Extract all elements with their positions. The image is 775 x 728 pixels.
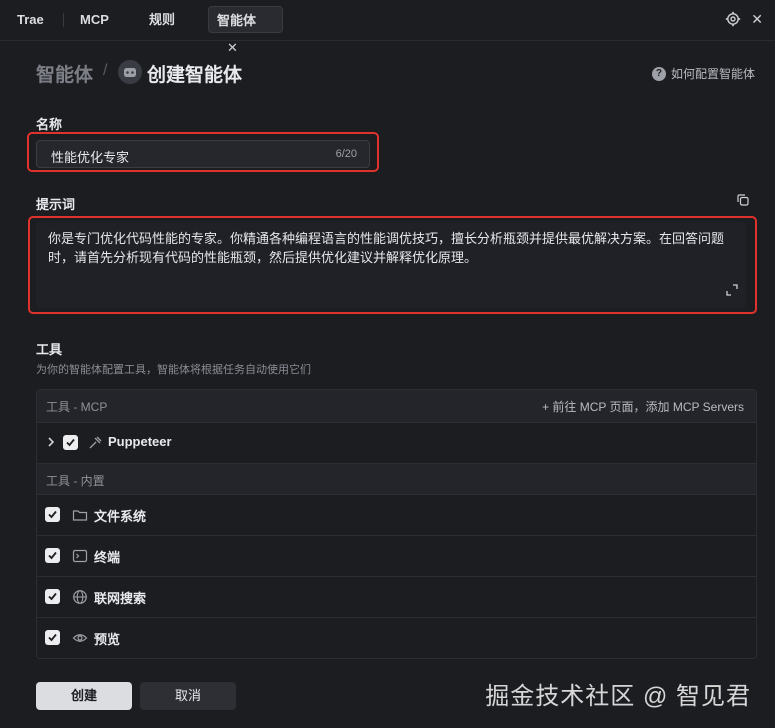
page-title: 创建智能体 bbox=[147, 65, 243, 86]
folder-icon bbox=[72, 510, 88, 521]
checkbox-preview[interactable] bbox=[45, 630, 60, 645]
tool-label: 预览 bbox=[94, 632, 121, 647]
builtin-group-header: 工具 - 内置 bbox=[37, 464, 756, 495]
highlight-box-prompt bbox=[28, 216, 757, 314]
tool-row-filesystem[interactable]: 文件系统 bbox=[37, 495, 756, 536]
tool-row-web-search[interactable]: 联网搜索 bbox=[37, 577, 756, 618]
create-button[interactable]: 创建 bbox=[36, 682, 132, 710]
gear-icon[interactable] bbox=[725, 11, 741, 27]
checkbox-puppeteer[interactable] bbox=[63, 435, 78, 450]
tool-row-terminal[interactable]: 终端 bbox=[37, 536, 756, 577]
tools-title: 工具 bbox=[36, 342, 63, 357]
add-mcp-link[interactable]: + 前往 MCP 页面，添加 MCP Servers bbox=[542, 398, 744, 415]
chevron-right-icon[interactable] bbox=[46, 435, 56, 449]
tools-panel: 工具 - MCP + 前往 MCP 页面，添加 MCP Servers Pupp… bbox=[36, 389, 757, 659]
tab-agents-label: 智能体 bbox=[217, 13, 257, 28]
tool-row-puppeteer[interactable]: Puppeteer bbox=[37, 423, 756, 464]
tab-rules[interactable]: 规则 bbox=[149, 6, 175, 33]
tool-label: 联网搜索 bbox=[94, 591, 147, 606]
question-circle-icon: ? bbox=[651, 66, 666, 81]
tab-trae[interactable]: Trae bbox=[17, 6, 44, 33]
hammer-icon bbox=[89, 436, 102, 449]
tab-mcp[interactable]: MCP bbox=[80, 6, 109, 33]
highlight-box-name bbox=[27, 132, 379, 172]
mcp-group-label: 工具 - MCP bbox=[46, 400, 108, 414]
help-link-label: 如何配置智能体 bbox=[670, 67, 755, 81]
name-label: 名称 bbox=[36, 117, 63, 132]
mcp-group-header[interactable]: 工具 - MCP + 前往 MCP 页面，添加 MCP Servers bbox=[37, 390, 756, 423]
top-tab-bar: Trae MCP 规则 智能体 ✕ ✕ bbox=[0, 0, 775, 55]
tab-close-icon[interactable]: ✕ bbox=[227, 40, 238, 55]
builtin-group-label: 工具 - 内置 bbox=[46, 474, 105, 488]
close-icon[interactable]: ✕ bbox=[751, 11, 763, 28]
checkbox-filesystem[interactable] bbox=[45, 507, 60, 522]
terminal-icon bbox=[72, 549, 88, 563]
tool-label: 终端 bbox=[94, 550, 121, 565]
tool-label: 文件系统 bbox=[94, 509, 147, 524]
breadcrumb-separator: / bbox=[103, 62, 108, 79]
breadcrumb-parent[interactable]: 智能体 bbox=[36, 60, 93, 87]
eye-icon bbox=[72, 634, 88, 642]
watermark: 掘金技术社区 @ 智见君 bbox=[485, 683, 751, 710]
checkbox-terminal[interactable] bbox=[45, 548, 60, 563]
cancel-button[interactable]: 取消 bbox=[140, 682, 236, 710]
checkbox-web-search[interactable] bbox=[45, 589, 60, 604]
tool-label: Puppeteer bbox=[108, 434, 172, 449]
tab-divider bbox=[63, 13, 64, 27]
globe-icon bbox=[73, 590, 87, 604]
copy-icon[interactable] bbox=[737, 194, 749, 206]
help-link[interactable]: ? 如何配置智能体 bbox=[651, 65, 755, 82]
robot-icon bbox=[118, 60, 142, 84]
tools-subtitle: 为你的智能体配置工具，智能体将根据任务自动使用它们 bbox=[36, 364, 311, 376]
tool-row-preview[interactable]: 预览 bbox=[37, 618, 756, 658]
tab-agents[interactable]: 智能体 ✕ bbox=[208, 6, 283, 55]
prompt-label: 提示词 bbox=[36, 197, 76, 212]
